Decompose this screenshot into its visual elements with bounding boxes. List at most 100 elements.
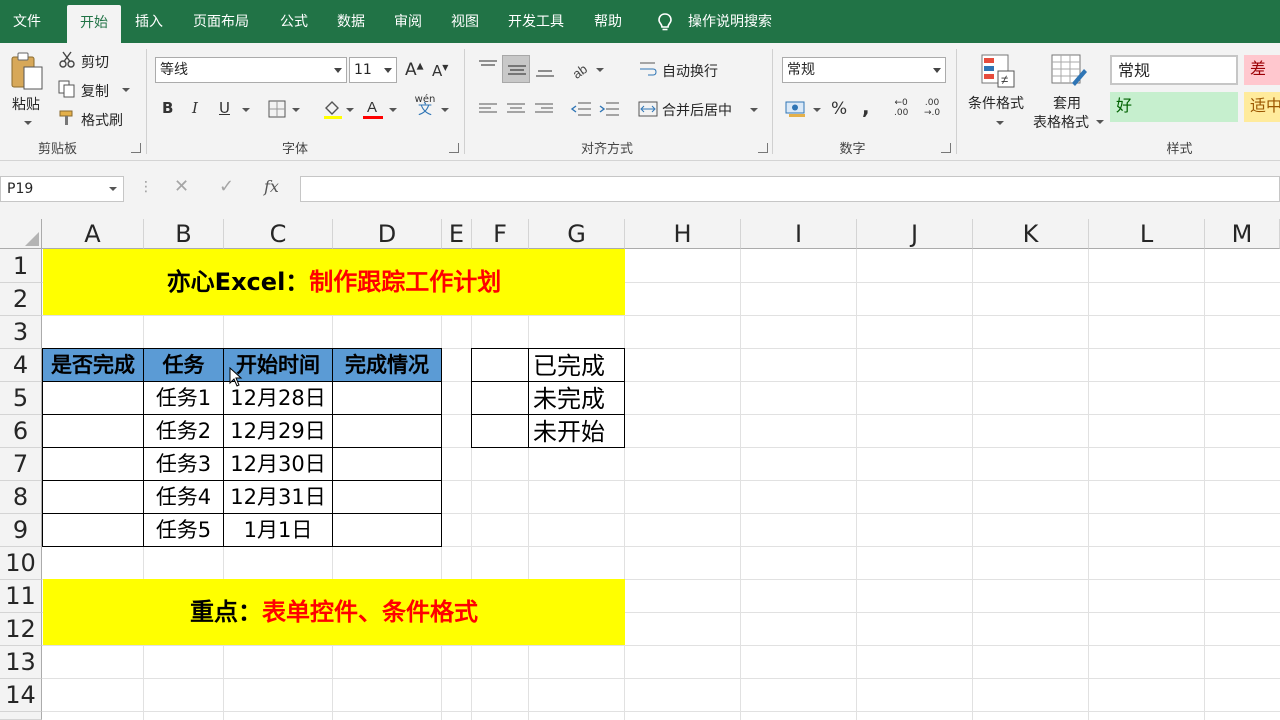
paste-label[interactable]: 粘贴 (12, 94, 40, 114)
tab-view[interactable]: 视图 (451, 0, 479, 43)
percent-style-button[interactable]: % (831, 99, 847, 119)
row-header-15[interactable] (0, 712, 42, 720)
table-cell[interactable] (42, 381, 144, 415)
tab-help[interactable]: 帮助 (594, 0, 622, 43)
accounting-format-icon[interactable] (785, 99, 807, 119)
column-header-d[interactable]: D (333, 219, 442, 249)
font-launcher-icon[interactable] (449, 143, 459, 153)
decrease-indent-icon[interactable] (570, 100, 592, 118)
cancel-icon[interactable]: ✕ (174, 176, 189, 197)
conditional-formatting-icon[interactable]: ≠ (980, 53, 1016, 89)
column-header-h[interactable]: H (625, 219, 741, 249)
tab-page-layout[interactable]: 页面布局 (193, 0, 249, 43)
formula-input[interactable] (300, 176, 1280, 202)
table-header-done[interactable]: 是否完成 (42, 348, 144, 382)
format-painter-button[interactable]: 格式刷 (81, 110, 123, 130)
title-banner[interactable]: 亦心Excel：制作跟踪工作计划 (43, 249, 625, 315)
orientation-icon[interactable]: ab (571, 60, 593, 80)
merge-center-button[interactable]: 合并后居中 (662, 100, 732, 120)
column-header-i[interactable]: I (741, 219, 857, 249)
tab-home[interactable]: 开始 (67, 5, 121, 43)
style-neutral[interactable]: 适中 (1244, 92, 1280, 122)
scissors-icon[interactable] (58, 51, 76, 69)
column-header-g[interactable]: G (529, 219, 625, 249)
table-cell[interactable] (332, 414, 442, 448)
format-as-table-icon[interactable] (1050, 53, 1088, 89)
italic-button[interactable]: I (192, 99, 198, 117)
row-header-1[interactable]: 1 (0, 249, 42, 283)
cut-button[interactable]: 剪切 (81, 52, 109, 72)
table-cell[interactable] (332, 381, 442, 415)
name-box[interactable]: P19 (0, 176, 124, 202)
tab-data[interactable]: 数据 (337, 0, 365, 43)
format-as-table-dropdown-arrow[interactable] (1096, 120, 1104, 124)
focus-banner[interactable]: 重点：表单控件、条件格式 (43, 579, 625, 645)
table-cell[interactable] (332, 447, 442, 481)
column-header-m[interactable]: M (1205, 219, 1280, 249)
table-cell[interactable]: 12月31日 (223, 480, 333, 514)
table-cell[interactable]: 任务3 (143, 447, 224, 481)
tab-developer[interactable]: 开发工具 (508, 0, 564, 43)
format-as-table-label-2[interactable]: 表格格式 (1033, 112, 1089, 132)
status-option-done[interactable]: 已完成 (528, 348, 625, 382)
column-header-c[interactable]: C (224, 219, 333, 249)
tab-file[interactable]: 文件 (13, 0, 41, 43)
table-header-task[interactable]: 任务 (143, 348, 224, 382)
align-center-icon[interactable] (506, 102, 526, 116)
table-cell[interactable]: 12月30日 (223, 447, 333, 481)
tell-me-search[interactable]: 操作说明搜索 (688, 0, 772, 43)
row-header-3[interactable]: 3 (0, 316, 42, 349)
font-size-select[interactable]: 11 (349, 57, 397, 83)
table-cell[interactable]: 1月1日 (223, 513, 333, 547)
table-cell[interactable]: 任务2 (143, 414, 224, 448)
row-header-11[interactable]: 11 (0, 580, 42, 613)
table-cell[interactable] (42, 480, 144, 514)
tab-formulas[interactable]: 公式 (280, 0, 308, 43)
copy-dropdown-arrow[interactable] (122, 88, 130, 92)
wrap-text-icon[interactable] (639, 60, 657, 78)
row-header-2[interactable]: 2 (0, 283, 42, 316)
conditional-formatting-button[interactable]: 条件格式 (968, 93, 1024, 113)
row-header-7[interactable]: 7 (0, 448, 42, 481)
row-header-4[interactable]: 4 (0, 349, 42, 382)
wrap-text-button[interactable]: 自动换行 (662, 61, 718, 81)
table-cell[interactable]: 12月29日 (223, 414, 333, 448)
number-launcher-icon[interactable] (941, 143, 951, 153)
table-header-status[interactable]: 完成情况 (332, 348, 442, 382)
borders-dropdown-arrow[interactable] (292, 108, 300, 112)
font-color-dropdown-arrow[interactable] (389, 108, 397, 112)
format-painter-icon[interactable] (58, 109, 76, 127)
fill-color-icon[interactable] (322, 98, 344, 120)
align-bottom-icon[interactable] (535, 65, 555, 79)
borders-icon[interactable] (268, 100, 286, 118)
row-header-13[interactable]: 13 (0, 646, 42, 679)
accounting-dropdown-arrow[interactable] (813, 108, 821, 112)
style-bad[interactable]: 差 (1244, 55, 1280, 85)
row-header-10[interactable]: 10 (0, 547, 42, 580)
table-cell[interactable] (42, 414, 144, 448)
underline-button[interactable]: U (219, 99, 230, 117)
fill-color-dropdown-arrow[interactable] (346, 108, 354, 112)
align-middle-button[interactable] (502, 55, 530, 83)
status-option-not-started[interactable]: 未开始 (528, 414, 625, 448)
row-header-9[interactable]: 9 (0, 514, 42, 547)
status-list-cell[interactable] (471, 414, 529, 448)
copy-icon[interactable] (58, 80, 76, 98)
tab-review[interactable]: 审阅 (394, 0, 422, 43)
paste-icon[interactable] (9, 51, 45, 91)
phonetic-guide-icon[interactable]: wén 文 (414, 95, 436, 118)
column-header-k[interactable]: K (973, 219, 1089, 249)
underline-dropdown-arrow[interactable] (242, 108, 250, 112)
style-normal[interactable]: 常规 (1110, 55, 1238, 85)
style-good[interactable]: 好 (1110, 92, 1238, 122)
decrease-font-size-icon[interactable]: A▼ (432, 62, 448, 80)
number-format-select[interactable]: 常规 (782, 57, 946, 83)
align-top-icon[interactable] (478, 59, 498, 73)
table-cell[interactable]: 任务1 (143, 381, 224, 415)
table-cell[interactable]: 任务5 (143, 513, 224, 547)
font-name-select[interactable]: 等线 (155, 57, 347, 83)
orientation-dropdown-arrow[interactable] (596, 68, 604, 72)
bold-button[interactable]: B (162, 99, 173, 117)
merge-center-icon[interactable] (638, 99, 658, 119)
decrease-decimal-icon[interactable]: .00 →.0 (924, 98, 940, 118)
